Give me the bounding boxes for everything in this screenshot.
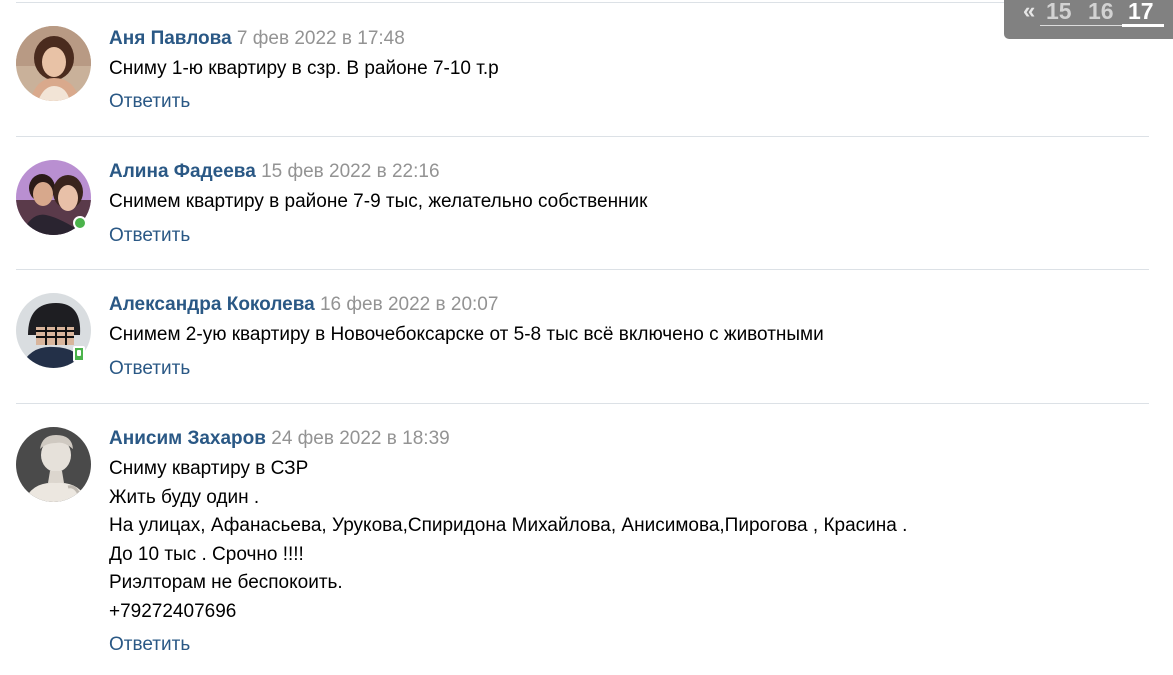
comment-divider — [16, 269, 1149, 270]
pagination-page-16[interactable]: 16 — [1088, 0, 1114, 25]
comment-text-line: Снимем 2-ую квартиру в Новочебоксарске о… — [109, 324, 824, 345]
reply-link[interactable]: Ответить — [109, 357, 190, 381]
reply-link[interactable]: Ответить — [109, 224, 190, 248]
comment-text: Сниму квартиру в СЗР Жить буду один . На… — [109, 455, 907, 627]
pagination-underline — [1040, 25, 1124, 26]
comment-header: Алина Фадеева 15 фев 2022 в 22:16 — [109, 160, 440, 184]
comment-text-line: +79272407696 — [109, 600, 237, 622]
pagination-page-15[interactable]: 15 — [1046, 0, 1072, 25]
comment-header: Анисим Захаров 24 фев 2022 в 18:39 — [109, 427, 450, 451]
comment-date-link[interactable]: 16 фев 2022 в 20:07 — [320, 294, 498, 315]
comment-text-line: Сниму 1-ю квартиру в сзр. В районе 7-10 … — [109, 58, 499, 79]
comment-text-line: Снимем квартиру в районе 7-9 тыс, желате… — [109, 191, 648, 212]
author-link[interactable]: Анисим Захаров — [109, 428, 266, 449]
comment-header: Александра Коколева 16 фев 2022 в 20:07 — [109, 293, 498, 317]
comment-text-line: Сниму квартиру в СЗР — [109, 458, 309, 479]
comment-divider — [16, 136, 1149, 137]
pagination: « 15 16 17 — [1004, 0, 1173, 39]
comment-header: Аня Павлова 7 фев 2022 в 17:48 — [109, 27, 405, 51]
comment-text-line: Жить буду один . — [109, 486, 260, 508]
reply-link[interactable]: Ответить — [109, 90, 190, 114]
comment-date-link[interactable]: 7 фев 2022 в 17:48 — [237, 28, 405, 49]
avatar[interactable] — [16, 427, 91, 502]
online-status-icon — [73, 216, 87, 230]
pagination-prev-link[interactable]: « — [1023, 0, 1035, 25]
reply-link[interactable]: Ответить — [109, 633, 190, 657]
comment-text: Сниму 1-ю квартиру в сзр. В районе 7-10 … — [109, 55, 499, 84]
mobile-online-icon — [73, 346, 85, 362]
comment-text: Снимем квартиру в районе 7-9 тыс, желате… — [109, 188, 647, 217]
pagination-page-current: 17 — [1128, 0, 1154, 24]
comment-text-line: На улицах, Афанасьева, Урукова,Спиридона… — [109, 515, 908, 537]
author-link[interactable]: Алина Фадеева — [109, 161, 256, 182]
comment-text-line: До 10 тыс . Срочно !!!! — [109, 543, 304, 565]
author-link[interactable]: Александра Коколева — [109, 294, 315, 315]
comment-date-link[interactable]: 24 фев 2022 в 18:39 — [271, 428, 449, 449]
comment-text-line: Риэлторам не беспокоить. — [109, 572, 343, 594]
comment-date-link[interactable]: 15 фев 2022 в 22:16 — [261, 161, 439, 182]
pagination-current-indicator — [1122, 24, 1164, 27]
top-divider — [16, 2, 1149, 3]
comment-divider — [16, 403, 1149, 404]
avatar[interactable] — [16, 26, 91, 101]
author-link[interactable]: Аня Павлова — [109, 28, 232, 49]
comment-text: Снимем 2-ую квартиру в Новочебоксарске о… — [109, 321, 824, 350]
